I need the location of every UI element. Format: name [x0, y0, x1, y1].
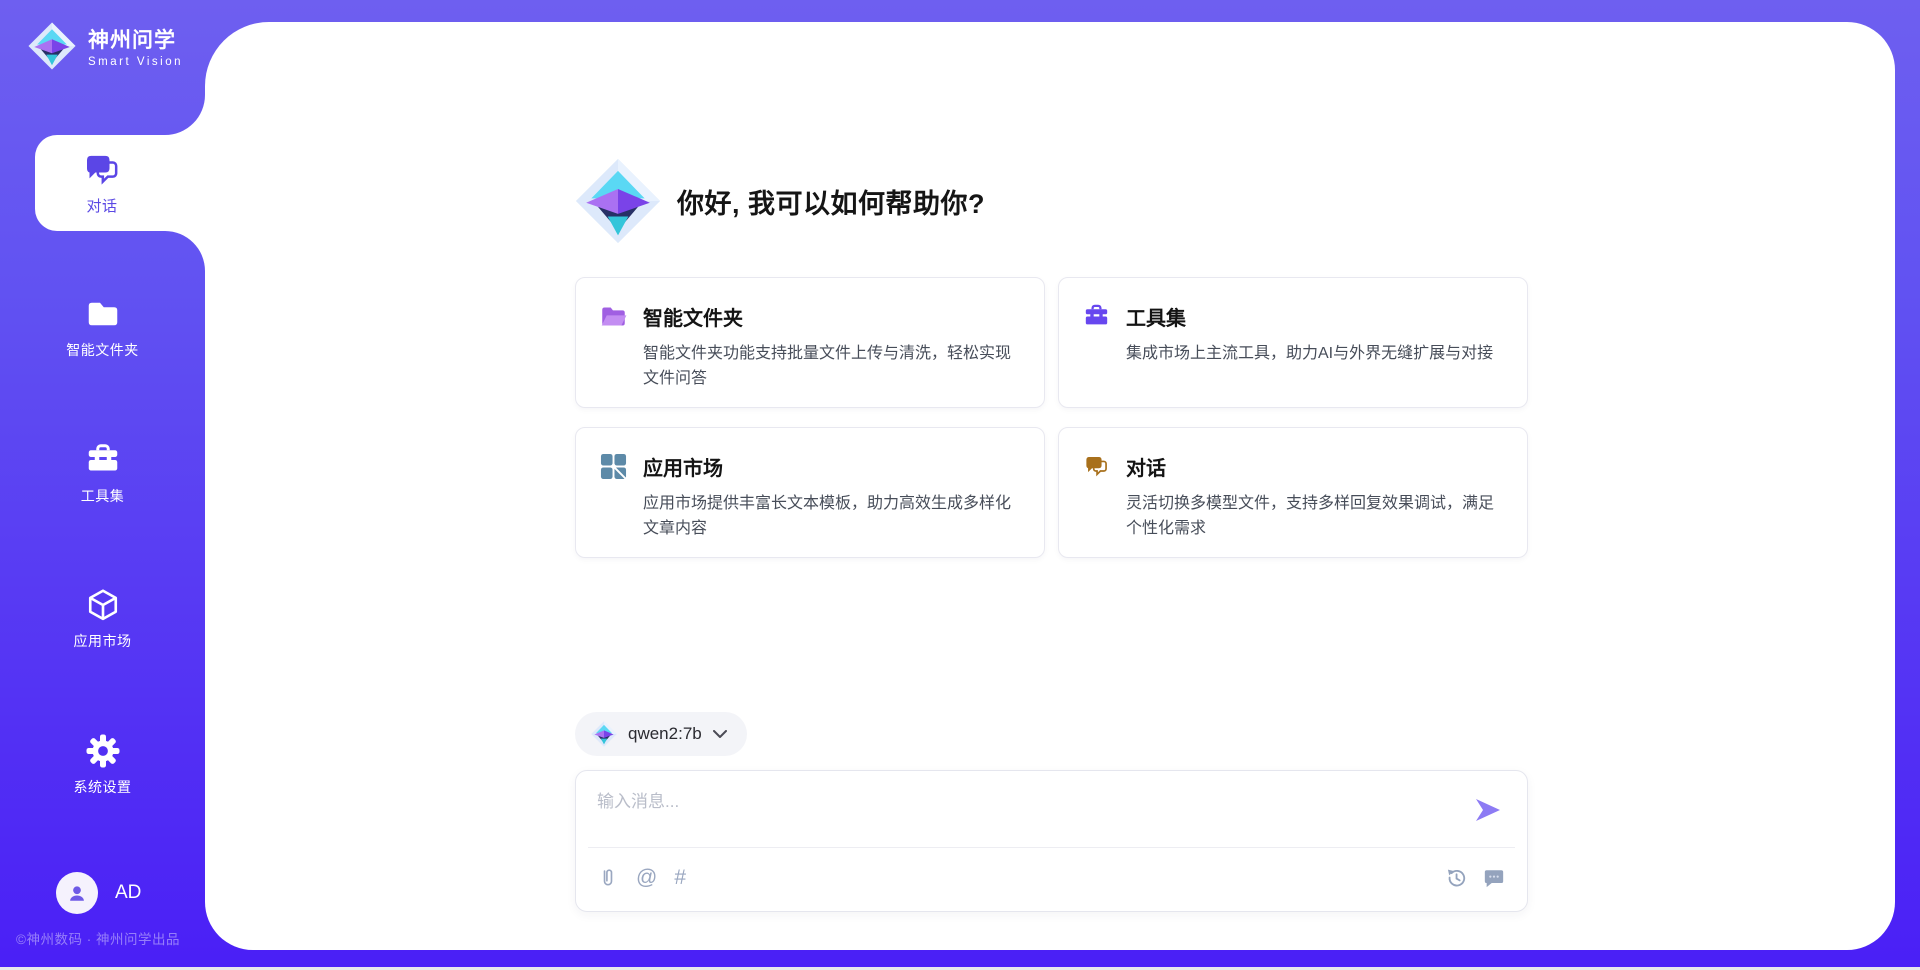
new-chat-button[interactable]: [1483, 865, 1505, 891]
main-panel: 你好, 我可以如何帮助你? 智能文件夹 智能文件夹功能支持批量文件上传与清洗，轻…: [205, 22, 1895, 950]
mention-icon: @: [636, 867, 657, 889]
avatar: [56, 872, 98, 914]
sidebar-item-label: 工具集: [81, 486, 125, 506]
assistant-logo-icon: [575, 158, 661, 244]
person-icon: [66, 882, 88, 904]
sidebar-item-label: 系统设置: [74, 777, 132, 797]
card-smart-folder[interactable]: 智能文件夹 智能文件夹功能支持批量文件上传与清洗，轻松实现文件问答: [575, 277, 1045, 408]
brand-name: 神州问学: [88, 24, 183, 54]
sidebar-item-label: 智能文件夹: [66, 340, 139, 360]
sidebar-item-label: 应用市场: [74, 631, 132, 651]
hash-button[interactable]: #: [674, 865, 686, 891]
paperclip-icon: [597, 867, 619, 889]
sidebar-item-chat[interactable]: 对话: [35, 135, 205, 231]
card-app-market[interactable]: 应用市场 应用市场提供丰富长文本模板，助力高效生成多样化文章内容: [575, 427, 1045, 558]
greeting: 你好, 我可以如何帮助你?: [575, 158, 985, 244]
chevron-down-icon: [713, 730, 727, 738]
send-icon: [1475, 797, 1501, 823]
message-composer: @ #: [575, 770, 1528, 912]
brand-subtitle: Smart Vision: [88, 56, 183, 68]
brand-logo-icon: [28, 22, 76, 70]
main-content: 你好, 我可以如何帮助你? 智能文件夹 智能文件夹功能支持批量文件上传与清洗，轻…: [575, 22, 1528, 950]
active-tab-bottom-curve: [165, 231, 205, 271]
toolbox-icon: [85, 442, 121, 478]
card-title: 对话: [1126, 452, 1166, 481]
gear-icon: [85, 733, 121, 769]
card-title: 智能文件夹: [643, 302, 743, 331]
sidebar-item-toolset[interactable]: 工具集: [0, 436, 205, 512]
folder-icon: [85, 296, 121, 332]
active-tab-top-curve: [165, 95, 205, 135]
sidebar-item-settings[interactable]: 系统设置: [0, 727, 205, 803]
hash-icon: #: [674, 867, 686, 889]
composer-tools-right: [1445, 865, 1505, 891]
copyright: ©神州数码 · 神州问学出品: [16, 928, 180, 948]
card-chat[interactable]: 对话 灵活切换多模型文件，支持多样回复效果调试，满足个性化需求: [1058, 427, 1528, 558]
cube-icon: [85, 587, 121, 623]
card-toolset[interactable]: 工具集 集成市场上主流工具，助力AI与外界无缝扩展与对接: [1058, 277, 1528, 408]
composer-tools-left: @ #: [597, 865, 686, 891]
card-description: 智能文件夹功能支持批量文件上传与清洗，轻松实现文件问答: [643, 341, 1016, 391]
history-icon: [1445, 867, 1467, 889]
sidebar-item-app-market[interactable]: 应用市场: [0, 581, 205, 657]
composer-divider: [588, 847, 1515, 848]
greeting-text: 你好, 我可以如何帮助你?: [677, 182, 985, 221]
feature-cards: 智能文件夹 智能文件夹功能支持批量文件上传与清洗，轻松实现文件问答 工具集 集成…: [575, 277, 1528, 558]
mention-button[interactable]: @: [636, 865, 657, 891]
app-root: { "app": { "brand_name": "神州问学", "brand_…: [0, 0, 1920, 970]
toolbox-icon: [1083, 303, 1110, 330]
folder-open-icon: [600, 303, 627, 330]
message-input[interactable]: [597, 787, 1447, 841]
card-description: 灵活切换多模型文件，支持多样回复效果调试，满足个性化需求: [1126, 491, 1499, 541]
card-title: 应用市场: [643, 452, 723, 481]
sidebar-item-smart-folder[interactable]: 智能文件夹: [0, 290, 205, 366]
grid-icon: [600, 453, 627, 480]
chat-icon: [82, 150, 122, 190]
brand: 神州问学 Smart Vision: [28, 22, 183, 70]
model-name: qwen2:7b: [628, 724, 702, 744]
sidebar: 神州问学 Smart Vision 对话 智能文件夹 工具集 应用市场 系统设置…: [0, 0, 205, 970]
card-description: 集成市场上主流工具，助力AI与外界无缝扩展与对接: [1126, 341, 1499, 366]
history-button[interactable]: [1445, 865, 1467, 891]
model-selector[interactable]: qwen2:7b: [575, 712, 747, 756]
user-account[interactable]: AD: [56, 872, 141, 914]
sidebar-item-label: 对话: [86, 195, 117, 216]
chat-icon: [1083, 453, 1110, 480]
comment-icon: [1483, 867, 1505, 889]
card-description: 应用市场提供丰富长文本模板，助力高效生成多样化文章内容: [643, 491, 1016, 541]
card-title: 工具集: [1126, 302, 1186, 331]
model-logo-icon: [591, 721, 617, 747]
user-name: AD: [115, 882, 141, 904]
attach-file-button[interactable]: [597, 865, 619, 891]
send-button[interactable]: [1475, 797, 1503, 823]
